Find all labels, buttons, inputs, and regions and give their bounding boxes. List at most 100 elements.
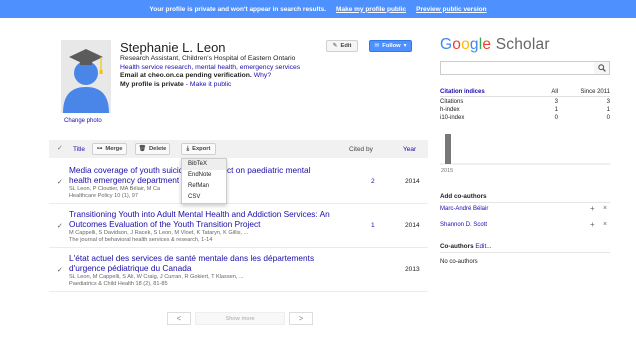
pagination: < Show more >	[167, 312, 313, 325]
article-venue: Healthcare Policy 10 (1), 97	[69, 193, 139, 199]
metric-all: 1	[554, 107, 558, 113]
metric-since: 3	[606, 99, 610, 105]
previous-page-button[interactable]: <	[167, 312, 191, 325]
logo-scholar-word: Scholar	[495, 36, 550, 53]
article-title-line2[interactable]: d'urgence pédiatrique du Canada	[69, 263, 191, 274]
export-csv-option[interactable]: CSV	[182, 192, 226, 203]
logo-letter: e	[482, 36, 492, 53]
articles-toolbar: ✓ Title ⊶ Merge 🗑 Delete ⤓ Export Cited …	[49, 140, 428, 158]
article-title-line1-tail[interactable]: ct on paediatric mental	[227, 165, 310, 176]
article-cited-count[interactable]: 2	[371, 178, 375, 185]
article-year: 2013	[405, 266, 420, 273]
add-coauthor-icon[interactable]: +	[590, 204, 595, 213]
suggested-coauthor: Marc-André Bélair + ×	[440, 204, 610, 215]
coauthor-name-link[interactable]: Shannon D. Scott	[440, 222, 487, 228]
next-page-button[interactable]: >	[289, 312, 313, 325]
dismiss-coauthor-icon[interactable]: ×	[603, 205, 607, 212]
citation-row: i10-index 0 0	[440, 114, 610, 122]
email-why-link[interactable]: Why?	[254, 72, 271, 79]
merge-button[interactable]: ⊶ Merge	[92, 143, 127, 155]
search-icon	[597, 64, 606, 72]
section-divider	[440, 202, 610, 203]
export-button[interactable]: ⤓ Export	[181, 143, 216, 155]
dismiss-coauthor-icon[interactable]: ×	[603, 221, 607, 228]
article-checkbox[interactable]: ✓	[57, 178, 63, 186]
graduate-avatar-icon	[61, 40, 111, 113]
merge-icon: ⊶	[96, 146, 103, 152]
logo-letter: o	[461, 36, 470, 53]
metric-all: 3	[554, 99, 558, 105]
edit-coauthors-link[interactable]: Edit...	[475, 243, 491, 250]
trash-icon: 🗑	[138, 146, 146, 152]
select-all-checkbox[interactable]: ✓	[57, 144, 63, 152]
export-label: Export	[192, 146, 211, 152]
profile-private-text: My profile is private	[120, 80, 184, 88]
suggested-coauthor: Shannon D. Scott + ×	[440, 220, 610, 231]
pencil-icon: ✎	[332, 43, 338, 49]
article-checkbox[interactable]: ✓	[57, 222, 63, 230]
merge-label: Merge	[105, 146, 123, 152]
coauthors-title-text: Co-authors	[440, 243, 474, 250]
profile-photo[interactable]	[61, 40, 111, 113]
privacy-banner: Your profile is private and won't appear…	[0, 0, 636, 18]
metric-all: 0	[554, 115, 558, 121]
search-button[interactable]	[594, 61, 610, 75]
google-scholar-logo[interactable]: Google Scholar	[440, 36, 550, 54]
research-interests[interactable]: Health service research, mental health, …	[120, 64, 300, 73]
article-checkbox[interactable]: ✓	[57, 266, 63, 274]
citation-indices-table: Citation indices All Since 2011 Citation…	[440, 88, 610, 122]
make-profile-public-link[interactable]: Make my profile public	[336, 6, 406, 13]
sort-by-year[interactable]: Year	[403, 146, 416, 153]
show-more-button[interactable]: Show more	[195, 312, 285, 325]
delete-button[interactable]: 🗑 Delete	[135, 143, 170, 155]
export-endnote-option[interactable]: EndNote	[182, 170, 226, 181]
citation-table-header: Citation indices All Since 2011	[440, 88, 610, 97]
follow-button[interactable]: ✉ Follow ▾	[369, 40, 412, 52]
section-divider	[440, 252, 610, 253]
logo-letter: o	[452, 36, 462, 53]
article-row: ✓ L'état actuel des services de santé me…	[49, 250, 428, 292]
article-cited-count[interactable]: 1	[371, 222, 375, 229]
download-icon: ⤓	[186, 145, 190, 152]
logo-letter: G	[440, 36, 453, 53]
edit-profile-button[interactable]: ✎ Edit	[326, 40, 358, 52]
logo-letter: g	[469, 36, 479, 53]
citation-bar	[445, 134, 451, 164]
mail-icon: ✉	[374, 43, 380, 49]
metric-label: Citations	[440, 99, 464, 105]
metric-since: 0	[606, 115, 610, 121]
col-since-2011: Since 2011	[580, 89, 610, 95]
add-coauthor-icon[interactable]: +	[590, 220, 595, 229]
follow-label: Follow	[382, 43, 401, 49]
article-row: ✓ Transitioning Youth into Adult Mental …	[49, 206, 428, 248]
citation-row: Citations 3 3	[440, 98, 610, 106]
export-refman-option[interactable]: RefMan	[182, 181, 226, 192]
coauthor-name-link[interactable]: Marc-André Bélair	[440, 206, 488, 212]
profile-name: Stephanie L. Leon	[120, 40, 226, 55]
article-title-line2[interactable]: Outcomes Evaluation of the Youth Transit…	[69, 219, 260, 230]
export-bibtex-option[interactable]: BibTeX	[182, 159, 226, 170]
col-all: All	[551, 89, 558, 95]
article-title-line2[interactable]: health emergency department	[69, 175, 179, 186]
citation-indices-title[interactable]: Citation indices	[440, 88, 528, 96]
article-venue: Paediatrics & Child Health 18 (2), 81-85	[69, 281, 168, 287]
article-year: 2014	[405, 178, 420, 185]
affiliation-text: Research Assistant, Children's Hospital …	[120, 55, 296, 62]
metric-label: h-index	[440, 107, 460, 113]
chart-year-label: 2015	[441, 168, 453, 174]
make-it-public-link[interactable]: - Make it public	[186, 81, 232, 88]
change-photo-link[interactable]: Change photo	[64, 118, 102, 124]
citation-row: h-index 1 1	[440, 106, 610, 114]
add-coauthors-title: Add co-authors	[440, 193, 487, 200]
profile-details: Research Assistant, Children's Hospital …	[120, 55, 300, 89]
export-menu: BibTeX EndNote RefMan CSV	[181, 158, 227, 204]
banner-message: Your profile is private and won't appear…	[149, 5, 327, 13]
sort-by-title[interactable]: Title	[73, 146, 85, 153]
preview-public-version-link[interactable]: Preview public version	[416, 6, 486, 13]
article-row: ✓ Media coverage of youth suicid ct on p…	[49, 162, 428, 204]
coauthors-title: Co-authors Edit...	[440, 243, 491, 250]
metric-since: 1	[606, 107, 610, 113]
cited-by-column-header[interactable]: Cited by	[349, 146, 373, 153]
scholar-search-input[interactable]	[440, 61, 610, 75]
edit-label: Edit	[340, 43, 352, 49]
